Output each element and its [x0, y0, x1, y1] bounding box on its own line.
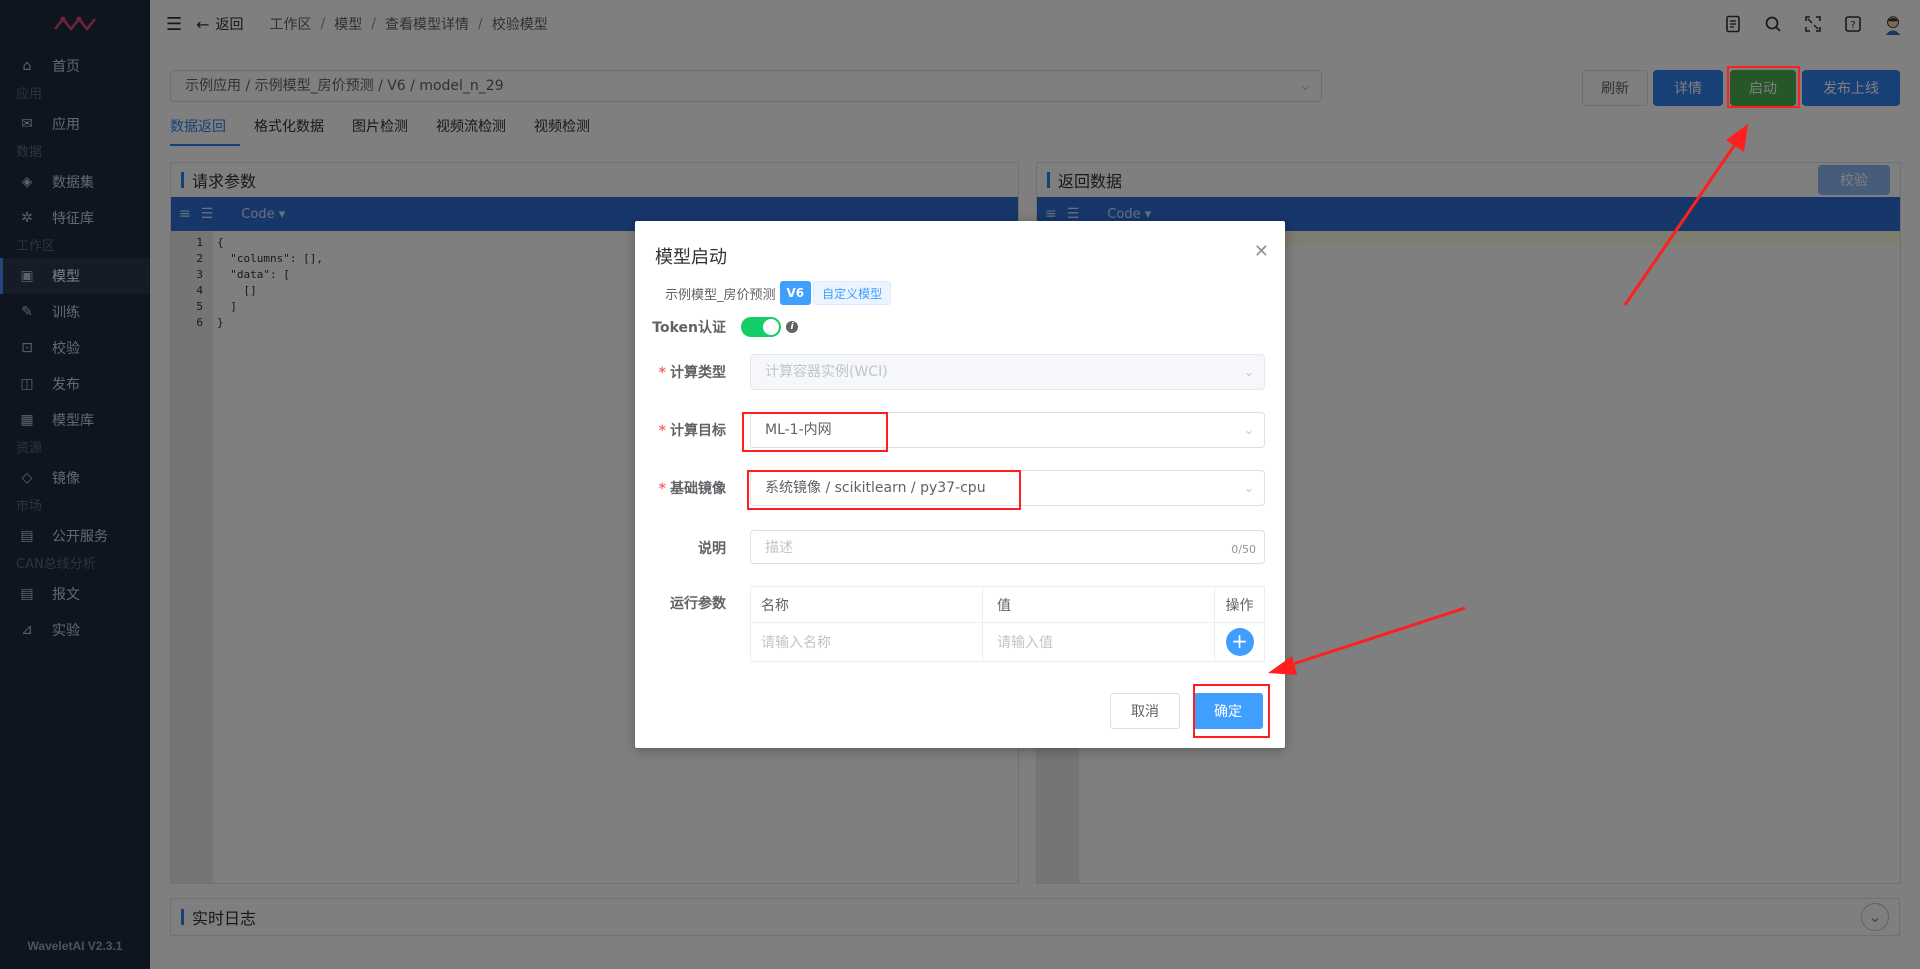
highlight-base-image — [747, 470, 1021, 510]
run-params-table: 名称 值 操作 请输入名称 请输入值 + — [750, 586, 1265, 662]
compute-type-select: 计算容器实例(WCI) ⌄ — [750, 354, 1265, 390]
compute-type-value: 计算容器实例(WCI) — [765, 364, 888, 380]
run-params-label: 运行参数 — [670, 596, 726, 612]
compute-target-row: * 计算目标 ML-1-内网 ⌄ — [635, 412, 1285, 448]
dialog-title: 模型启动 — [655, 247, 727, 268]
close-icon[interactable]: ✕ — [1254, 241, 1269, 262]
description-label: 说明 — [698, 541, 726, 557]
compute-type-label: 计算类型 — [670, 365, 726, 381]
add-param-button[interactable]: + — [1225, 628, 1254, 656]
token-label: Token认证 — [652, 320, 726, 336]
model-info: 示例模型_房价预测 V6 自定义模型 — [665, 281, 892, 305]
cancel-button[interactable]: 取消 — [1110, 693, 1180, 729]
description-placeholder: 描述 — [765, 540, 793, 556]
base-image-label: 基础镜像 — [670, 481, 726, 497]
param-value-input[interactable]: 请输入值 — [983, 623, 1215, 661]
column-header-action: 操作 — [1225, 597, 1254, 614]
chevron-down-icon: ⌄ — [1243, 365, 1254, 379]
param-name-input[interactable]: 请输入名称 — [751, 623, 983, 661]
token-switch[interactable] — [741, 317, 781, 337]
chevron-down-icon: ⌄ — [1243, 423, 1254, 437]
chevron-down-icon: ⌄ — [1243, 481, 1254, 495]
description-row: 说明 描述 0/50 — [635, 530, 1285, 566]
highlight-confirm-button — [1193, 684, 1270, 738]
token-row: Token认证 i — [635, 315, 1285, 339]
column-header-name: 名称 — [751, 587, 983, 622]
compute-target-label: 计算目标 — [670, 423, 726, 439]
info-icon[interactable]: i — [786, 321, 798, 333]
char-count: 0/50 — [1231, 543, 1256, 556]
compute-type-row: * 计算类型 计算容器实例(WCI) ⌄ — [635, 354, 1285, 390]
model-type-tag: 自定义模型 — [813, 281, 892, 305]
highlight-start-button — [1727, 66, 1800, 108]
description-textarea[interactable]: 描述 0/50 — [750, 530, 1265, 564]
column-header-value: 值 — [983, 587, 1215, 622]
version-tag: V6 — [779, 281, 812, 305]
model-name: 示例模型_房价预测 — [665, 287, 776, 303]
highlight-compute-target — [742, 412, 888, 452]
